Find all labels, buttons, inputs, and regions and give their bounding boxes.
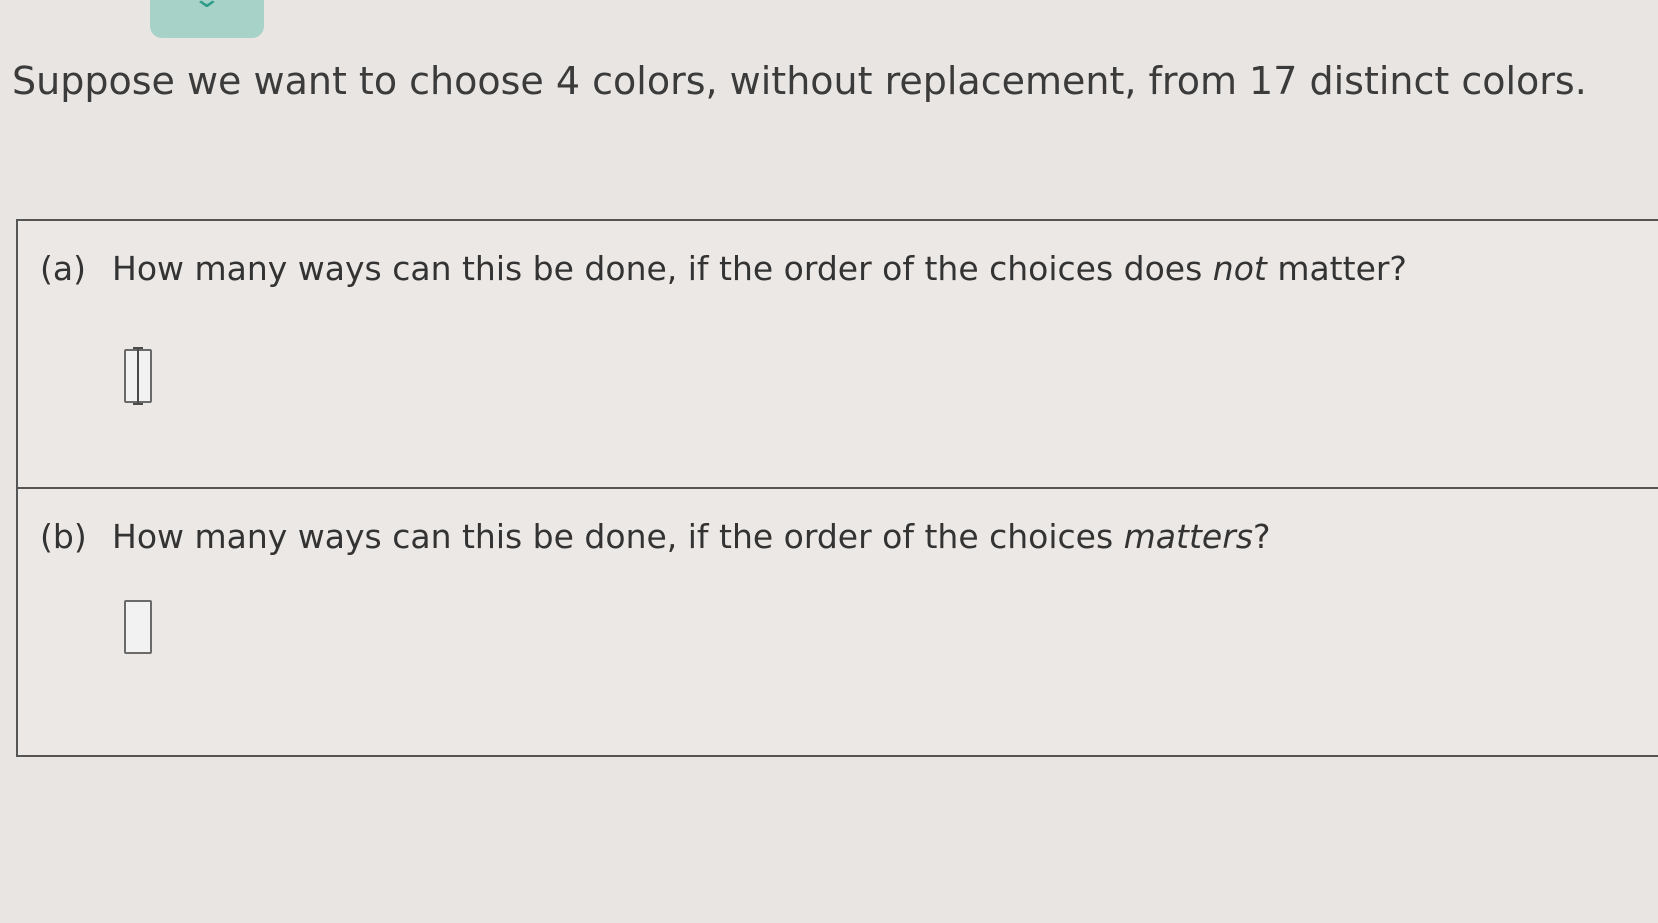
part-a-text-end: matter? [1266,249,1407,288]
chevron-down-icon: ⌄ [192,0,223,12]
part-a-text: How many ways can this be done, if the o… [112,249,1213,288]
part-a-emphasis: not [1212,249,1267,288]
part-b: (b) How many ways can this be done, if th… [18,489,1658,755]
part-b-answer-input[interactable] [124,600,152,654]
part-b-question: (b) How many ways can this be done, if th… [40,515,1270,559]
part-b-label: (b) [40,517,87,556]
part-a: (a) How many ways can this be done, if th… [18,221,1658,489]
part-a-answer-input[interactable] [124,347,152,405]
parts-table: (a) How many ways can this be done, if th… [16,219,1658,757]
part-b-text: How many ways can this be done, if the o… [112,517,1124,556]
part-b-emphasis: matters [1123,517,1253,556]
part-b-text-end: ? [1252,517,1271,556]
collapse-tab[interactable]: ⌄ [150,0,264,38]
text-cursor-icon [133,347,143,405]
question-stem: Suppose we want to choose 4 colors, with… [12,59,1587,103]
part-a-question: (a) How many ways can this be done, if th… [40,247,1407,291]
part-a-label: (a) [40,249,86,288]
